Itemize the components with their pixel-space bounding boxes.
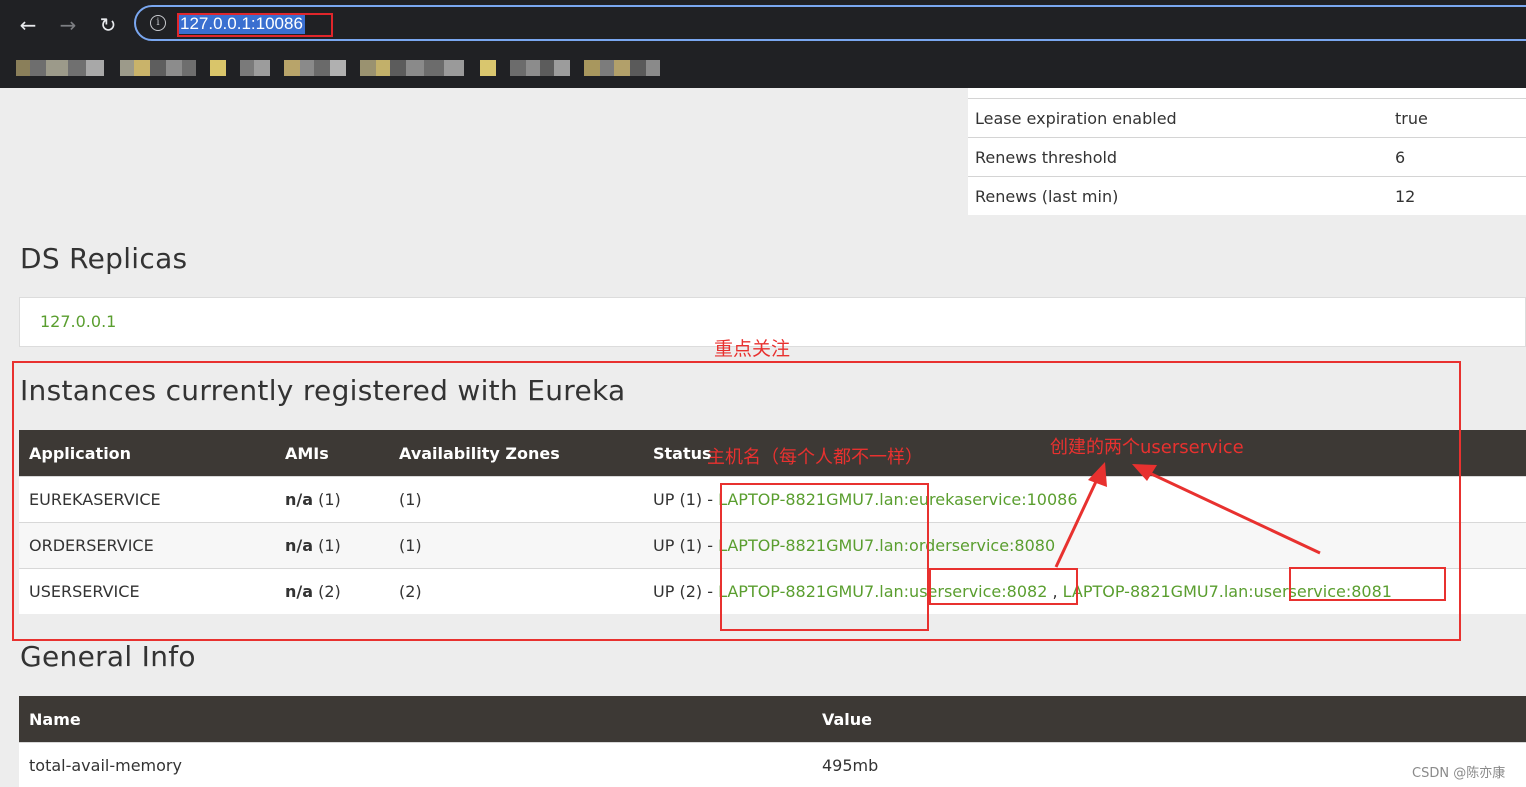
status-label: Renews (last min) xyxy=(968,176,1395,215)
general-info-heading: General Info xyxy=(20,640,196,673)
replica-link[interactable]: 127.0.0.1 xyxy=(40,312,116,331)
table-row: total-avail-memory 495mb xyxy=(19,742,1526,787)
column-header-value: Value xyxy=(812,696,1526,743)
bookmark-item[interactable] xyxy=(510,60,570,76)
table-row: Lease expiration enabled true xyxy=(968,98,1526,138)
focus-annotation: 重点关注 xyxy=(714,338,791,360)
status-value: 6 xyxy=(1395,137,1526,177)
bookmark-item[interactable] xyxy=(120,60,196,76)
two-userservice-annotation: 创建的两个userservice xyxy=(1050,437,1244,458)
bookmark-item[interactable] xyxy=(284,60,346,76)
status-label: Lease expiration enabled xyxy=(968,98,1395,138)
bookmark-item[interactable] xyxy=(480,60,496,76)
bookmark-item[interactable] xyxy=(360,60,464,76)
userservice-8081-highlight-box xyxy=(1289,567,1446,601)
ds-replicas-heading: DS Replicas xyxy=(20,242,188,275)
userservice-8082-highlight-box xyxy=(929,568,1078,605)
site-info-icon[interactable]: i xyxy=(150,15,166,31)
table-row: Renews threshold 6 xyxy=(968,137,1526,177)
back-arrow-icon[interactable]: ← xyxy=(14,11,42,39)
browser-toolbar: ← → ↻ i 127.0.0.1:10086 xyxy=(0,0,1526,88)
table-row: Renews (last min) 12 xyxy=(968,176,1526,215)
forward-arrow-icon[interactable]: → xyxy=(54,11,82,39)
status-label: Renews threshold xyxy=(968,137,1395,177)
hostname-highlight-box xyxy=(720,483,929,631)
address-bar[interactable]: i 127.0.0.1:10086 xyxy=(134,5,1526,41)
general-info-table: Name Value total-avail-memory 495mb xyxy=(19,696,1526,787)
table-header-row: Name Value xyxy=(19,696,1526,743)
status-value: 12 xyxy=(1395,176,1526,215)
hostname-annotation: 主机名（每个人都不一样） xyxy=(707,447,923,468)
csdn-watermark: CSDN @陈亦康 xyxy=(1412,766,1506,781)
bookmark-item[interactable] xyxy=(16,60,104,76)
column-header-name: Name xyxy=(19,696,812,743)
bookmark-item[interactable] xyxy=(210,60,270,76)
bookmark-item[interactable] xyxy=(584,60,660,76)
status-value: true xyxy=(1395,98,1526,138)
reload-icon[interactable]: ↻ xyxy=(94,11,122,39)
url-highlight-box xyxy=(177,13,333,37)
info-name: total-avail-memory xyxy=(19,742,812,787)
system-status-table: Lease expiration enabled true Renews thr… xyxy=(968,88,1526,215)
bookmarks-bar xyxy=(0,52,1526,88)
